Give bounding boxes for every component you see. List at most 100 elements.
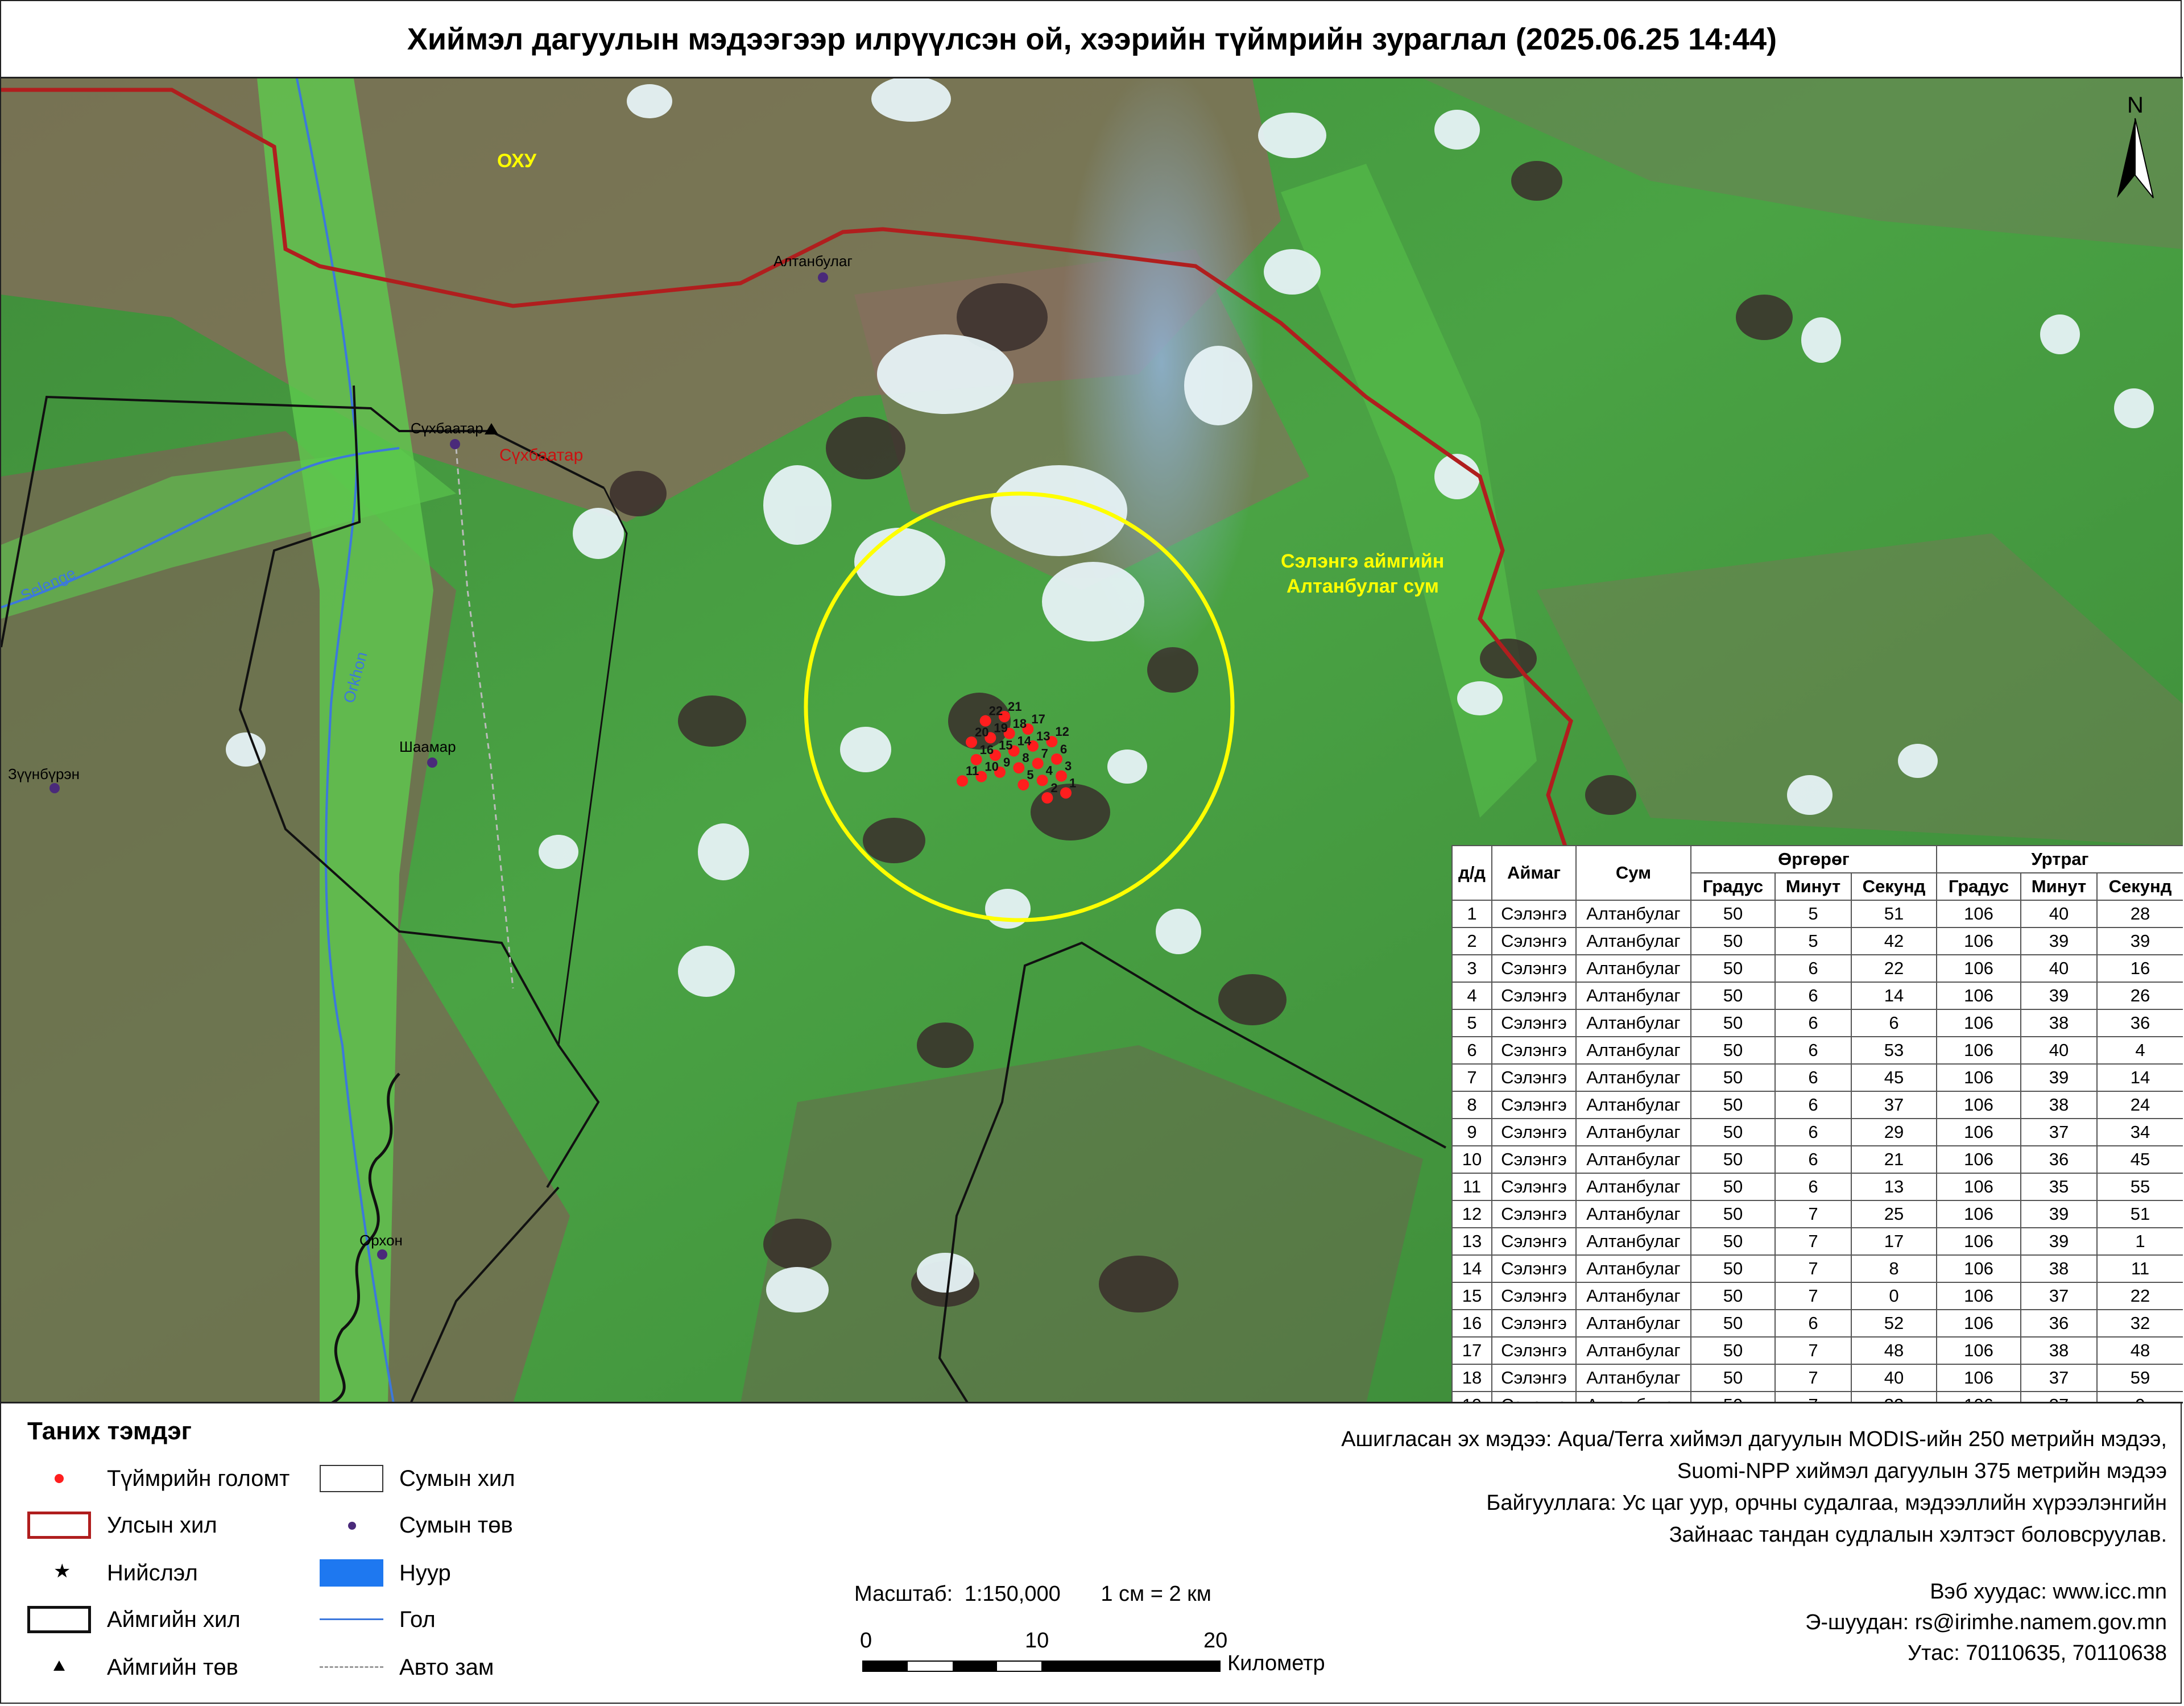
table-cell: 106 [1936,1364,2021,1392]
region-label-line2: Алтанбулаг сум [1287,575,1439,597]
table-cell: 22 [1851,954,1937,983]
table-cell: 39 [2096,927,2183,955]
table-row: 17 Сэлэнгэ Алтанбулаг 50 7 48 106 38 48 [1451,1336,2183,1365]
table-cell: Алтанбулаг [1575,1200,1691,1228]
table-cell: 4 [1451,982,1492,1010]
legend-item-lake: Нуур [320,1556,451,1590]
table-cell: 37 [2020,1282,2098,1310]
table-row: 11 Сэлэнгэ Алтанбулаг 50 6 13 106 35 55 [1451,1173,2183,1201]
town-label-shaamar: Шаамар [399,738,456,755]
table-cell: 106 [1936,1391,2021,1402]
soum-center-sukhbaatar [450,439,460,449]
table-cell: 0 [1851,1282,1937,1310]
satellite-map[interactable]: 1 2 3 4 5 6 7 8 9 10 11 12 13 14 15 16 17 18 19 20 21 22 ОХУ … [1,78,2183,1403]
table-cell: 6 [1774,1118,1852,1146]
scale-equivalent: 1 см = 2 км [1101,1582,1211,1606]
table-cell: 38 [2020,1009,2098,1037]
table-cell: Сэлэнгэ [1491,1364,1577,1392]
table-cell: 40 [1851,1364,1937,1392]
soum-center-shaamar [427,757,437,768]
table-cell: 14 [1451,1254,1492,1283]
fire-point-label: 20 [975,725,988,739]
scale-label: Масштаб: [854,1582,953,1606]
table-cell: 7 [1774,1391,1852,1402]
table-cell: 35 [2020,1173,2098,1201]
table-cell: 7 [1774,1364,1852,1392]
legend-item-capital: ★ Нийслэл [27,1556,198,1590]
website-link[interactable]: Вэб хуудас: www.icc.mn [1930,1580,2167,1604]
purple-dot-icon [320,1508,388,1542]
country-label: ОХУ [497,150,537,172]
scale-unit: Километр [1227,1651,1325,1675]
table-cell: 37 [2020,1118,2098,1146]
fire-point-label: 18 [1013,717,1027,731]
table-cell: Сэлэнгэ [1491,1391,1577,1402]
legend-item-soum-center: Сумын төв [320,1508,513,1542]
table-cell: 6 [1774,1173,1852,1201]
table-cell: 106 [1936,1063,2021,1092]
table-cell: 9 [2096,1391,2183,1402]
aimag-border-icon [27,1603,96,1637]
table-row: 7 Сэлэнгэ Алтанбулаг 50 6 45 106 39 14 [1451,1063,2183,1092]
table-cell: 59 [2096,1364,2183,1392]
table-cell: 50 [1690,1364,1776,1392]
fire-point-label: 14 [1017,734,1032,748]
table-cell: 6 [1774,982,1852,1010]
table-cell: 26 [2096,982,2183,1010]
table-row: 1 Сэлэнгэ Алтанбулаг 50 5 51 106 40 28 [1451,900,2183,928]
fire-point-label: 6 [1060,742,1067,756]
table-cell: 11 [1451,1173,1492,1201]
email-link[interactable]: Э-шуудан: rs@irimhe.namem.gov.mn [1805,1610,2167,1635]
triangle-icon [27,1650,96,1684]
table-cell: 50 [1690,1391,1776,1402]
fire-point-label: 17 [1031,712,1045,726]
fire-point-label: 21 [1008,699,1021,714]
table-row: 3 Сэлэнгэ Алтанбулаг 50 6 22 106 40 16 [1451,954,2183,983]
table-cell: 48 [1851,1336,1937,1365]
town-label-orkhon: Орхон [359,1232,403,1249]
table-cell: 106 [1936,1173,2021,1201]
table-cell: Алтанбулаг [1575,954,1691,983]
legend-item-river: Гол [320,1603,436,1637]
table-cell: Алтанбулаг [1575,982,1691,1010]
source-line-2: Suomi-NPP хиймэл дагуулын 375 метрийн мэ… [1677,1459,2167,1483]
table-cell: Алтанбулаг [1575,1091,1691,1119]
map-sheet: Хиймэл дагуулын мэдээгээр илрүүлсэн ой, … [0,0,2183,1704]
legend-item-national-border: Улсын хил [27,1508,217,1542]
table-cell: 50 [1690,1091,1776,1119]
star-icon: ★ [53,1560,71,1582]
org-line-2: Зайнаас тандан судлалын хэлтэст боловсру… [1669,1523,2167,1547]
table-cell: 39 [2020,1200,2098,1228]
header-lat-deg: Градус [1690,872,1776,901]
table-cell: 50 [1690,1036,1776,1065]
table-cell: 50 [1690,1173,1776,1201]
table-cell: 50 [1690,1009,1776,1037]
table-cell: 32 [1851,1391,1937,1402]
table-cell: 6 [1774,954,1852,983]
table-cell: 10 [1451,1145,1492,1174]
table-cell: 36 [2096,1009,2183,1037]
table-cell: Сэлэнгэ [1491,954,1577,983]
table-row: 14 Сэлэнгэ Алтанбулаг 50 7 8 106 38 11 [1451,1254,2183,1283]
table-cell: 48 [2096,1336,2183,1365]
table-cell: 106 [1936,1254,2021,1283]
table-cell: 106 [1936,954,2021,983]
header-aimag: Аймаг [1491,845,1577,901]
table-cell: 7 [1451,1063,1492,1092]
table-cell: Сэлэнгэ [1491,927,1577,955]
fire-point-label: 5 [1027,768,1033,782]
scale-tick-0: 0 [860,1629,872,1653]
table-cell: 6 [1774,1036,1852,1065]
table-row: 18 Сэлэнгэ Алтанбулаг 50 7 40 106 37 59 [1451,1364,2183,1392]
table-cell: 106 [1936,1145,2021,1174]
table-cell: 19 [1451,1391,1492,1402]
table-cell: 37 [2020,1391,2098,1402]
table-row: 8 Сэлэнгэ Алтанбулаг 50 6 37 106 38 24 [1451,1091,2183,1119]
table-cell: 40 [2020,1036,2098,1065]
table-cell: 53 [1851,1036,1937,1065]
table-cell: 15 [1451,1282,1492,1310]
table-cell: 13 [1851,1173,1937,1201]
legend-label: Аймгийн төв [107,1654,238,1680]
table-cell: 28 [2096,900,2183,928]
table-cell: 50 [1690,927,1776,955]
